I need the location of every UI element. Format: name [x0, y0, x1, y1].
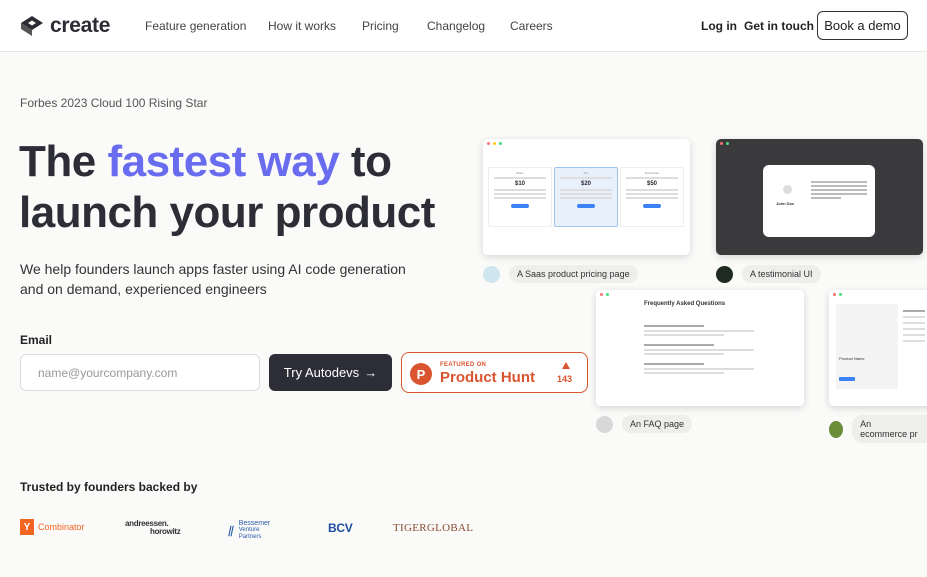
- yc-logo: Y Combinator: [20, 519, 85, 535]
- faq-title: Frequently Asked Questions: [644, 301, 726, 307]
- testimonial-caption: A testimonial UI: [716, 265, 821, 283]
- bessemer-name: Bessemer: [238, 520, 271, 527]
- pricing-page-preview[interactable]: Basic $10 Pro $20 Enterprise $50: [483, 139, 690, 255]
- a16z-line2: horowitz: [150, 527, 181, 536]
- ph-upvote-count: 143: [557, 374, 573, 384]
- yc-text: Combinator: [38, 522, 85, 532]
- logo[interactable]: create: [20, 14, 110, 38]
- ecommerce-page-preview[interactable]: Product Name: [829, 290, 927, 406]
- tiger-global-logo: TIGERGLOBAL: [393, 522, 474, 534]
- product-hunt-badge[interactable]: P FEATURED ON Product Hunt 143: [401, 352, 588, 393]
- caption-text: A Saas product pricing page: [509, 265, 638, 283]
- price-tier-basic: Basic $10: [488, 167, 552, 227]
- avatar: [483, 265, 500, 283]
- email-label: Email: [20, 333, 53, 347]
- a16z-logo: andreessen. horowitz: [125, 520, 181, 536]
- caption-text: A testimonial UI: [742, 265, 821, 283]
- nav-changelog[interactable]: Changelog: [427, 19, 485, 33]
- eyebrow-text: Forbes 2023 Cloud 100 Rising Star: [20, 96, 208, 110]
- faq-page-preview[interactable]: Frequently Asked Questions: [596, 290, 804, 406]
- price-tier-pro: Pro $20: [554, 167, 618, 227]
- upvote-icon: [562, 362, 570, 369]
- try-autodevs-label: Try Autodevs: [283, 365, 360, 380]
- ph-name: Product Hunt: [440, 369, 535, 386]
- pricing-caption: A Saas product pricing page: [483, 265, 638, 283]
- trusted-heading: Trusted by founders backed by: [20, 480, 198, 494]
- testimonial-card: John Doe: [763, 165, 875, 237]
- nav-how-it-works[interactable]: How it works: [268, 19, 336, 33]
- nav-pricing[interactable]: Pricing: [362, 19, 399, 33]
- headline: The fastest way to launch your product: [19, 136, 435, 238]
- ecommerce-caption: An ecommerce pr: [829, 415, 927, 443]
- hero-subtitle: We help founders launch apps faster usin…: [20, 261, 406, 297]
- caption-text: An FAQ page: [622, 415, 693, 433]
- avatar: [596, 415, 613, 433]
- logo-text: create: [50, 14, 111, 37]
- faq-caption: An FAQ page: [596, 415, 693, 433]
- headline-pre: The: [19, 137, 108, 186]
- email-input[interactable]: [20, 354, 260, 391]
- logo-icon: [21, 16, 43, 36]
- avatar: [829, 420, 844, 438]
- bessemer-sub: Venture Partners: [238, 527, 262, 540]
- arrow-right-icon: →: [364, 365, 378, 380]
- try-autodevs-button[interactable]: Try Autodevs →: [269, 354, 392, 391]
- price-tier-enterprise: Enterprise $50: [620, 167, 684, 227]
- avatar: [716, 265, 733, 283]
- product-hunt-icon: P: [410, 363, 432, 385]
- top-nav: create Feature generation How it works P…: [0, 0, 927, 52]
- nav-careers[interactable]: Careers: [510, 19, 553, 33]
- login-link[interactable]: Log in: [701, 19, 737, 33]
- get-in-touch-link[interactable]: Get in touch: [744, 19, 814, 33]
- headline-post: to: [339, 137, 392, 186]
- ph-featured-text: FEATURED ON: [440, 362, 487, 368]
- bcv-logo: BCV: [328, 521, 353, 535]
- headline-line2: launch your product: [19, 188, 435, 237]
- bessemer-icon: [228, 525, 234, 536]
- testimonial-preview[interactable]: John Doe: [716, 139, 923, 255]
- bessemer-logo: Bessemer Venture Partners: [228, 520, 273, 541]
- book-demo-button[interactable]: Book a demo: [817, 11, 908, 40]
- headline-accent: fastest way: [107, 137, 340, 186]
- nav-feature-generation[interactable]: Feature generation: [145, 19, 246, 33]
- caption-text: An ecommerce pr: [852, 415, 927, 443]
